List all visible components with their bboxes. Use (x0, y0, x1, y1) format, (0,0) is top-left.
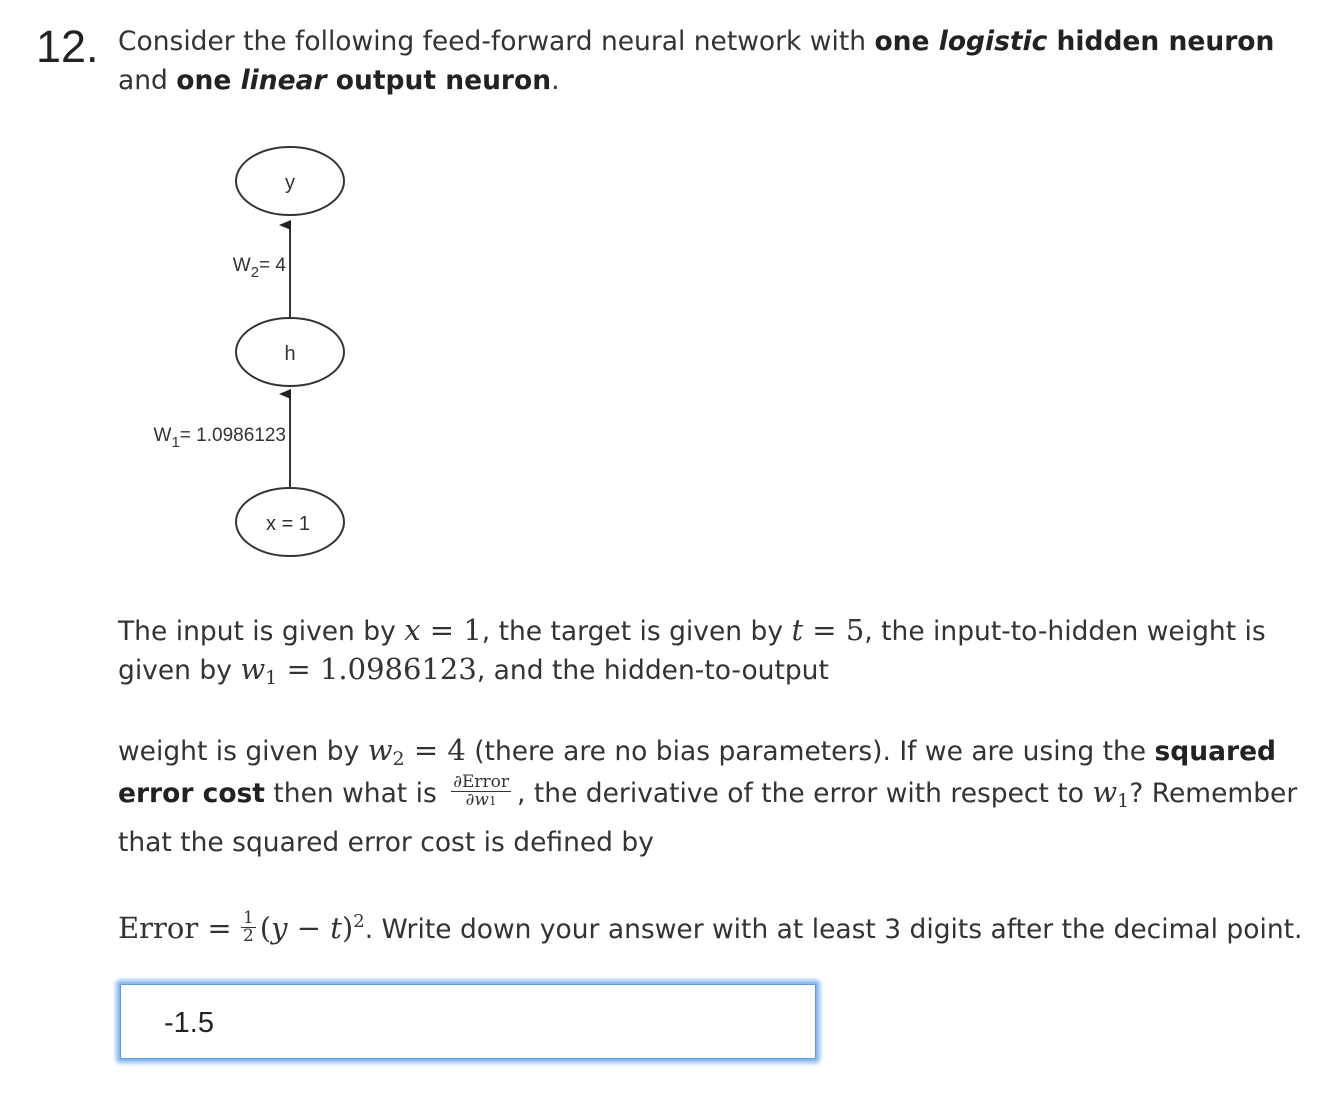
intro-bold-one: one (874, 26, 939, 57)
p2-text-d: , the derivative of the error with respe… (517, 778, 1093, 809)
paragraph-2-line3: that the squared error cost is defined b… (118, 823, 654, 862)
error-formula: Error = (118, 911, 241, 945)
paragraph-2-line2: error cost then what is ∂Error ∂w1, the d… (118, 773, 1297, 821)
hidden-node: h (235, 317, 345, 387)
p3-instructions: . Write down your answer with at least 3… (364, 914, 1303, 945)
intro-period: . (551, 65, 560, 96)
p2-math-w2: w2 = 4 (367, 733, 466, 770)
p2-text-f: that the squared error cost is defined b… (118, 827, 654, 858)
error-formula-body: (y − t)2 (259, 911, 365, 945)
p1-math-t: t = 5 (791, 613, 865, 647)
p1-text-b: , the target is given by (481, 616, 792, 647)
answer-input[interactable]: -1.5 (118, 982, 818, 1061)
paragraph-3: Error = 1 2 (y − t)2. Write down your answ… (118, 902, 1302, 949)
p2-bold-error-cost: error cost (118, 778, 265, 809)
p1-math-x: x = 1 (404, 613, 482, 647)
p1-text-a: The input is given by (118, 616, 405, 647)
intro-logistic: logistic (938, 26, 1048, 57)
half-fraction: 12 (240, 908, 256, 946)
answer-value: -1.5 (164, 1007, 214, 1039)
p2-text-c: then what is (264, 778, 446, 809)
hidden-node-label: h (284, 343, 295, 365)
p2-text-b: (there are no bias parameters). If we ar… (465, 736, 1155, 767)
paragraph-1-line1: The input is given by x = 1, the target … (118, 611, 1266, 651)
p1-math-w1: w1 = 1.0986123 (240, 652, 477, 689)
p1-text-c: , the input-to-hidden weight is (864, 616, 1266, 647)
p2-text-e: ? Remember (1129, 778, 1298, 809)
output-node-label: y (285, 172, 295, 194)
p2-text-a: weight is given by (118, 736, 368, 767)
input-node-label: x = 1 (266, 513, 310, 535)
output-node: y (235, 146, 345, 216)
p2-bold-squared: squared (1154, 736, 1277, 767)
p1-text-d: given by (118, 655, 241, 686)
derivative-fraction: ∂Error ∂w1 (451, 771, 512, 810)
network-diagram: y W2= 4 h W1= 1.0986123 x = 1 (154, 146, 345, 557)
w2-label: W2= 4 (233, 255, 287, 281)
intro-hidden-neuron: hidden neuron (1047, 26, 1275, 57)
w1-label: W1= 1.0986123 (154, 425, 286, 451)
paragraph-2-line1: weight is given by w2 = 4 (there are no … (118, 731, 1276, 779)
input-node: x = 1 (235, 487, 345, 557)
p1-text-e: , and the hidden-to-output (476, 655, 829, 686)
p2-math-w1: w1 (1092, 775, 1130, 812)
paragraph-1-line2: given by w1 = 1.0986123, and the hidden-… (118, 650, 829, 698)
